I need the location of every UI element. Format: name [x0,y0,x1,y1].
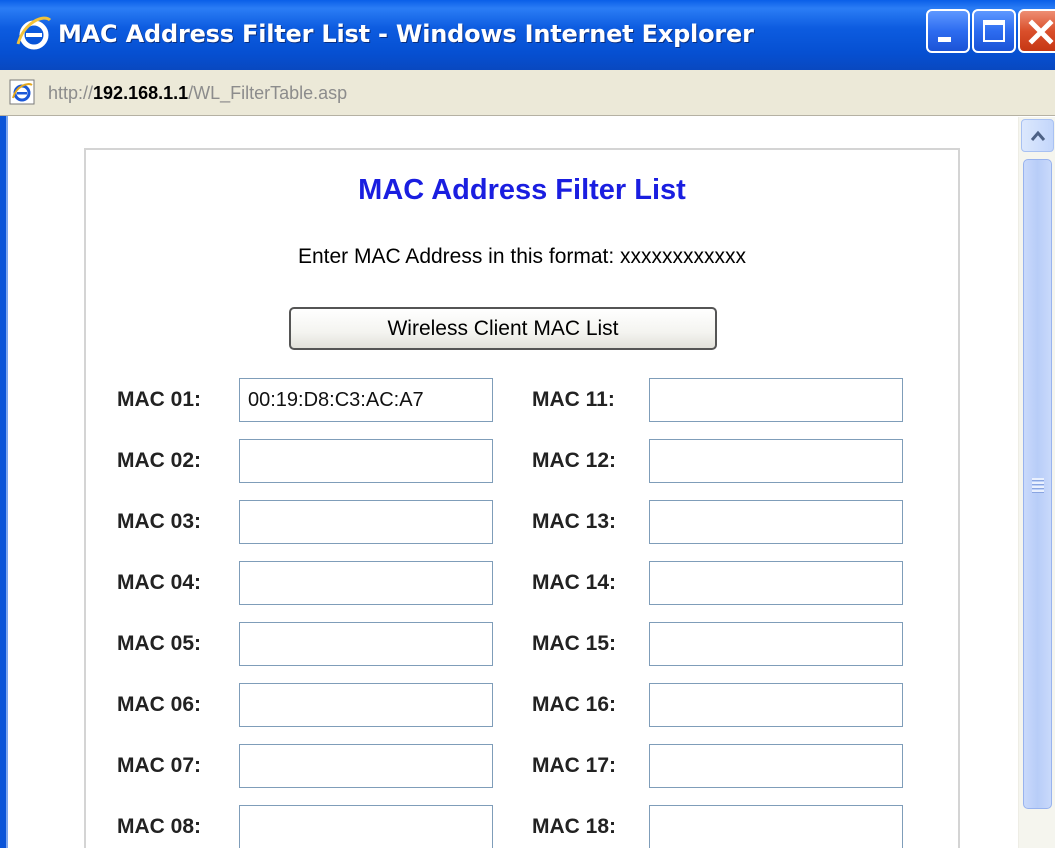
ie-page-icon [9,79,35,105]
chevron-up-icon [1030,130,1046,141]
mac-label: MAC 18: [532,815,617,838]
mac-input[interactable] [239,805,493,848]
mac-input[interactable] [649,500,903,544]
close-button[interactable] [1018,9,1055,53]
mac-input[interactable] [239,622,493,666]
minimize-icon [938,37,951,42]
mac-input[interactable] [239,561,493,605]
mac-input[interactable] [239,378,493,422]
mac-input[interactable] [239,744,493,788]
ie-logo-icon [16,16,52,50]
wireless-client-mac-list-button[interactable]: Wireless Client MAC List [289,307,717,350]
mac-label: MAC 07: [117,754,202,777]
mac-input[interactable] [239,683,493,727]
title-bar: MAC Address Filter List - Windows Intern… [0,0,1055,70]
page-title: MAC Address Filter List [358,174,686,206]
mac-input[interactable] [239,439,493,483]
filter-panel: MAC Address Filter List Enter MAC Addres… [84,148,960,848]
mac-input[interactable] [649,622,903,666]
mac-input[interactable] [649,683,903,727]
mac-input[interactable] [649,805,903,848]
scroll-grip-icon [1032,478,1044,493]
mac-input[interactable] [239,500,493,544]
url-scheme: http:// [48,83,94,103]
close-icon [1028,19,1054,45]
url-field[interactable]: http://192.168.1.1/WL_FilterTable.asp [48,78,347,108]
scroll-thumb[interactable] [1023,159,1052,809]
mac-label: MAC 11: [532,388,615,411]
url-path: /WL_FilterTable.asp [188,83,348,103]
mac-label: MAC 16: [532,693,617,716]
maximize-button[interactable] [972,9,1016,53]
mac-label: MAC 13: [532,510,617,533]
browser-window: MAC Address Filter List - Windows Intern… [0,0,1055,848]
mac-label: MAC 17: [532,754,617,777]
mac-label: MAC 08: [117,815,202,838]
mac-label: MAC 12: [532,449,617,472]
mac-label: MAC 04: [117,571,202,594]
mac-input[interactable] [649,439,903,483]
minimize-button[interactable] [926,9,970,53]
format-instruction: Enter MAC Address in this format: xxxxxx… [297,245,747,268]
mac-label: MAC 06: [117,693,202,716]
mac-input[interactable] [649,378,903,422]
address-bar: http://192.168.1.1/WL_FilterTable.asp [0,70,1055,116]
mac-label: MAC 02: [117,449,202,472]
mac-label: MAC 15: [532,632,617,655]
mac-label: MAC 01: [117,388,202,411]
mac-label: MAC 03: [117,510,202,533]
scroll-up-button[interactable] [1021,119,1054,152]
window-title: MAC Address Filter List - Windows Intern… [58,20,754,48]
vertical-scrollbar[interactable] [1018,117,1055,848]
url-host: 192.168.1.1 [93,83,189,103]
maximize-icon [983,20,1005,42]
page-content: MAC Address Filter List Enter MAC Addres… [8,117,1018,848]
mac-input[interactable] [649,561,903,605]
mac-label: MAC 05: [117,632,202,655]
mac-input[interactable] [649,744,903,788]
mac-label: MAC 14: [532,571,617,594]
